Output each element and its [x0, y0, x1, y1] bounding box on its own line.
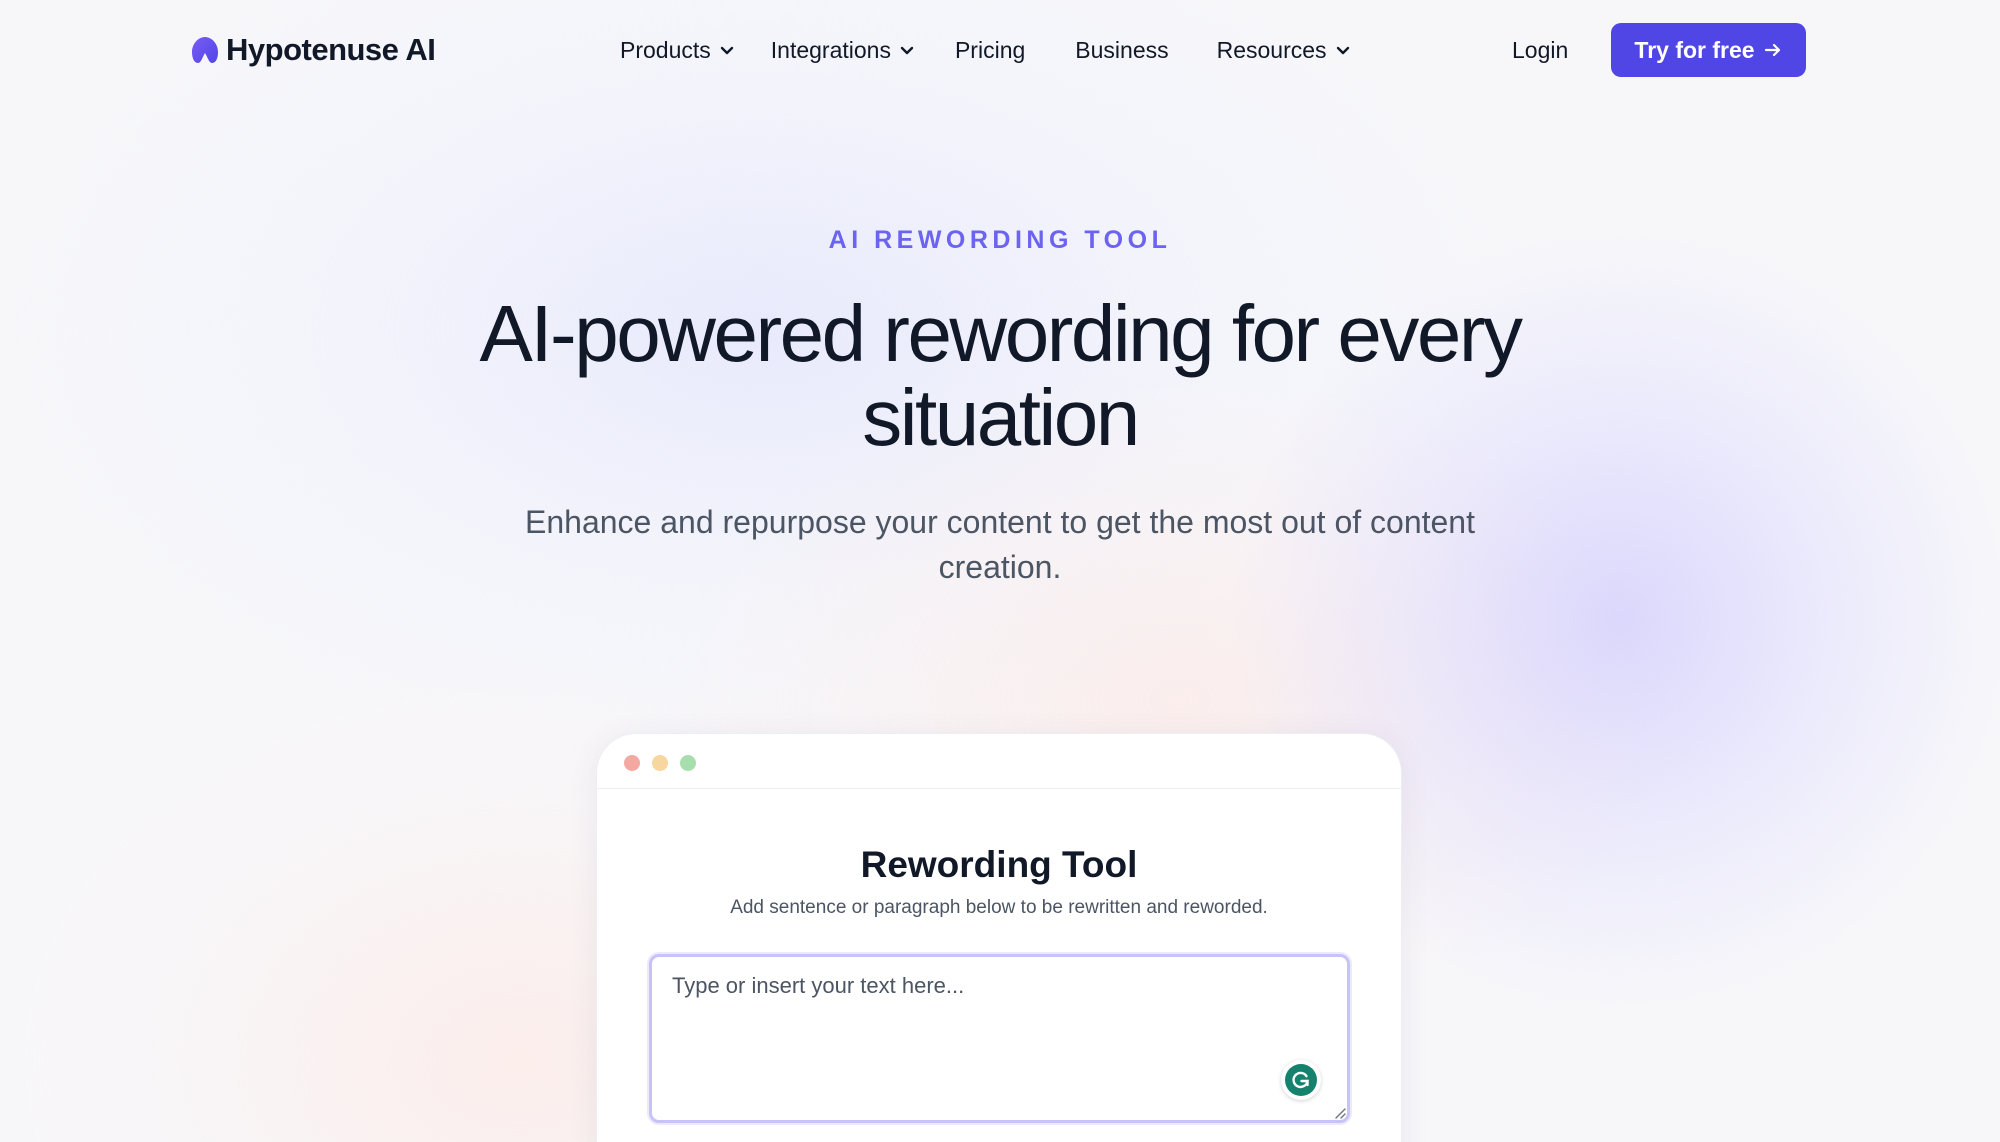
nav-item-label: Integrations	[770, 36, 891, 63]
hero-eyebrow: AI REWORDING TOOL	[828, 226, 1172, 254]
cta-label: Try for free	[1634, 36, 1755, 63]
arrow-right-icon	[1764, 43, 1780, 57]
nav-item-integrations[interactable]: Integrations	[771, 37, 915, 64]
brand-name: Hypotenuse AI	[226, 32, 436, 67]
nav-item-label: Pricing	[954, 36, 1026, 63]
chevron-down-icon	[1336, 46, 1349, 55]
nav-item-products[interactable]: Products	[620, 37, 735, 64]
rewording-tool-card: Rewording Tool Add sentence or paragraph…	[596, 733, 1402, 1142]
nav-item-label: Business	[1075, 36, 1169, 63]
try-for-free-button[interactable]: Try for free	[1611, 23, 1806, 77]
login-link[interactable]: Login	[1512, 30, 1568, 70]
nav-item-resources[interactable]: Resources	[1217, 37, 1351, 64]
window-maximize-dot	[680, 755, 696, 771]
hero-headline: AI-powered rewording for every situation	[479, 289, 1523, 462]
grammarly-button[interactable]	[1281, 1060, 1321, 1100]
main-menu: Products Integrations Pricing Business R…	[620, 30, 1351, 70]
window-close-dot	[624, 755, 640, 771]
tool-subtitle: Add sentence or paragraph below to be re…	[730, 897, 1268, 918]
rewording-text-input[interactable]	[649, 954, 1350, 1123]
window-minimize-dot	[652, 755, 668, 771]
resize-grip-icon[interactable]	[1332, 1105, 1346, 1119]
hypotenuse-logo-icon	[192, 37, 218, 63]
chevron-down-icon	[900, 46, 914, 55]
nav-item-business[interactable]: Business	[1075, 37, 1168, 64]
nav-item-pricing[interactable]: Pricing	[955, 37, 1025, 64]
grammarly-glyph	[1292, 1071, 1309, 1089]
tool-title: Rewording Tool	[860, 844, 1138, 885]
window-title-bar	[597, 734, 1401, 789]
hero-subheadline: Enhance and repurpose your content to ge…	[525, 504, 1475, 585]
nav-item-label: Products	[620, 36, 711, 63]
nav-item-label: Resources	[1216, 36, 1327, 63]
grammarly-icon	[1285, 1064, 1317, 1096]
brand-logo[interactable]: Hypotenuse AI	[190, 30, 436, 70]
chevron-down-icon	[720, 46, 733, 55]
top-navigation: Hypotenuse AI Products Integrations Pric…	[0, 0, 2000, 100]
